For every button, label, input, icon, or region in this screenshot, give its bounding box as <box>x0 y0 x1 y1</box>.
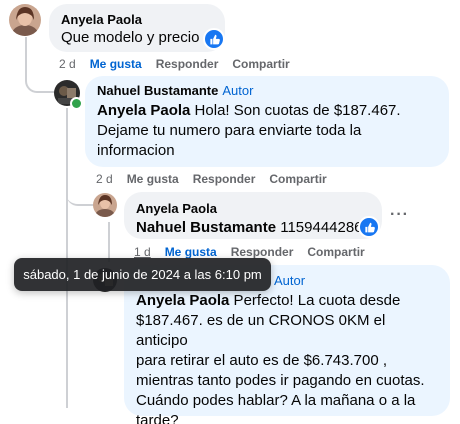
mention-link[interactable]: Anyela Paola <box>97 102 190 119</box>
like-button[interactable]: Me gusta <box>127 171 179 187</box>
author-badge: Autor <box>222 83 254 98</box>
more-options-icon[interactable]: ··· <box>390 206 409 224</box>
mention-link[interactable]: Nahuel Bustamante <box>136 219 276 236</box>
comment-text: $187.467. es de un CRONOS 0KM el anticip… <box>136 312 386 349</box>
thread-line <box>66 186 94 206</box>
mention-link[interactable]: Anyela Paola <box>136 292 229 309</box>
comment-text: Anyela Paola Perfecto! La cuota desde <box>136 292 401 309</box>
comment-text: mientras tanto podes ir pagando en cuota… <box>136 372 425 389</box>
comment-bubble: Anyela Paola Nahuel Bustamante 115944428… <box>124 192 382 239</box>
share-button[interactable]: Compartir <box>269 171 326 187</box>
comment-author-line: Nahuel Bustamante Autor <box>97 83 437 99</box>
like-reaction-icon[interactable] <box>358 216 380 238</box>
comment-author[interactable]: Anyela Paola <box>61 12 213 28</box>
comment-time[interactable]: 2 d <box>59 56 76 72</box>
comment-actions: 2 d Me gusta Responder Compartir <box>59 56 290 72</box>
comment-text: Que modelo y precio <box>61 29 200 46</box>
timestamp-tooltip: sábado, 1 de junio de 2024 a las 6:10 pm <box>14 258 271 291</box>
like-reaction-icon[interactable] <box>203 28 225 50</box>
share-button[interactable]: Compartir <box>232 56 289 72</box>
comment-text: Dejame tu numero para enviarte toda la <box>97 122 362 139</box>
comment-text: Anyela Paola Hola! Son cuotas de $187.46… <box>97 102 401 119</box>
thread-line <box>108 222 110 262</box>
comment-text: tarde? <box>136 412 179 424</box>
author-badge: Autor <box>274 273 306 288</box>
comment-text: para retirar el auto es de $6.743.700 , <box>136 352 388 369</box>
reply-button[interactable]: Responder <box>156 56 219 72</box>
reply-button[interactable]: Responder <box>193 171 256 187</box>
comment-time[interactable]: 2 d <box>96 171 113 187</box>
comment-actions: 2 d Me gusta Responder Compartir <box>96 171 327 187</box>
comment-text: Nahuel Bustamante 1159444286 <box>136 219 363 236</box>
comment-bubble: Nahuel Bustamante Autor Anyela Paola Hola… <box>85 76 449 167</box>
comment-bubble: Anyela Paola Que modelo y precio <box>49 4 225 52</box>
comment-author[interactable]: Nahuel Bustamante <box>97 83 218 98</box>
comment-text: informacion <box>97 142 175 159</box>
like-button[interactable]: Me gusta <box>90 56 142 72</box>
share-button[interactable]: Compartir <box>307 244 364 260</box>
comment-author[interactable]: Anyela Paola <box>136 201 370 217</box>
avatar[interactable] <box>9 4 41 36</box>
comment-text: Cuándo podes hablar? A la mañana o a la <box>136 392 416 409</box>
online-status-indicator <box>70 97 83 110</box>
avatar[interactable] <box>93 193 117 217</box>
